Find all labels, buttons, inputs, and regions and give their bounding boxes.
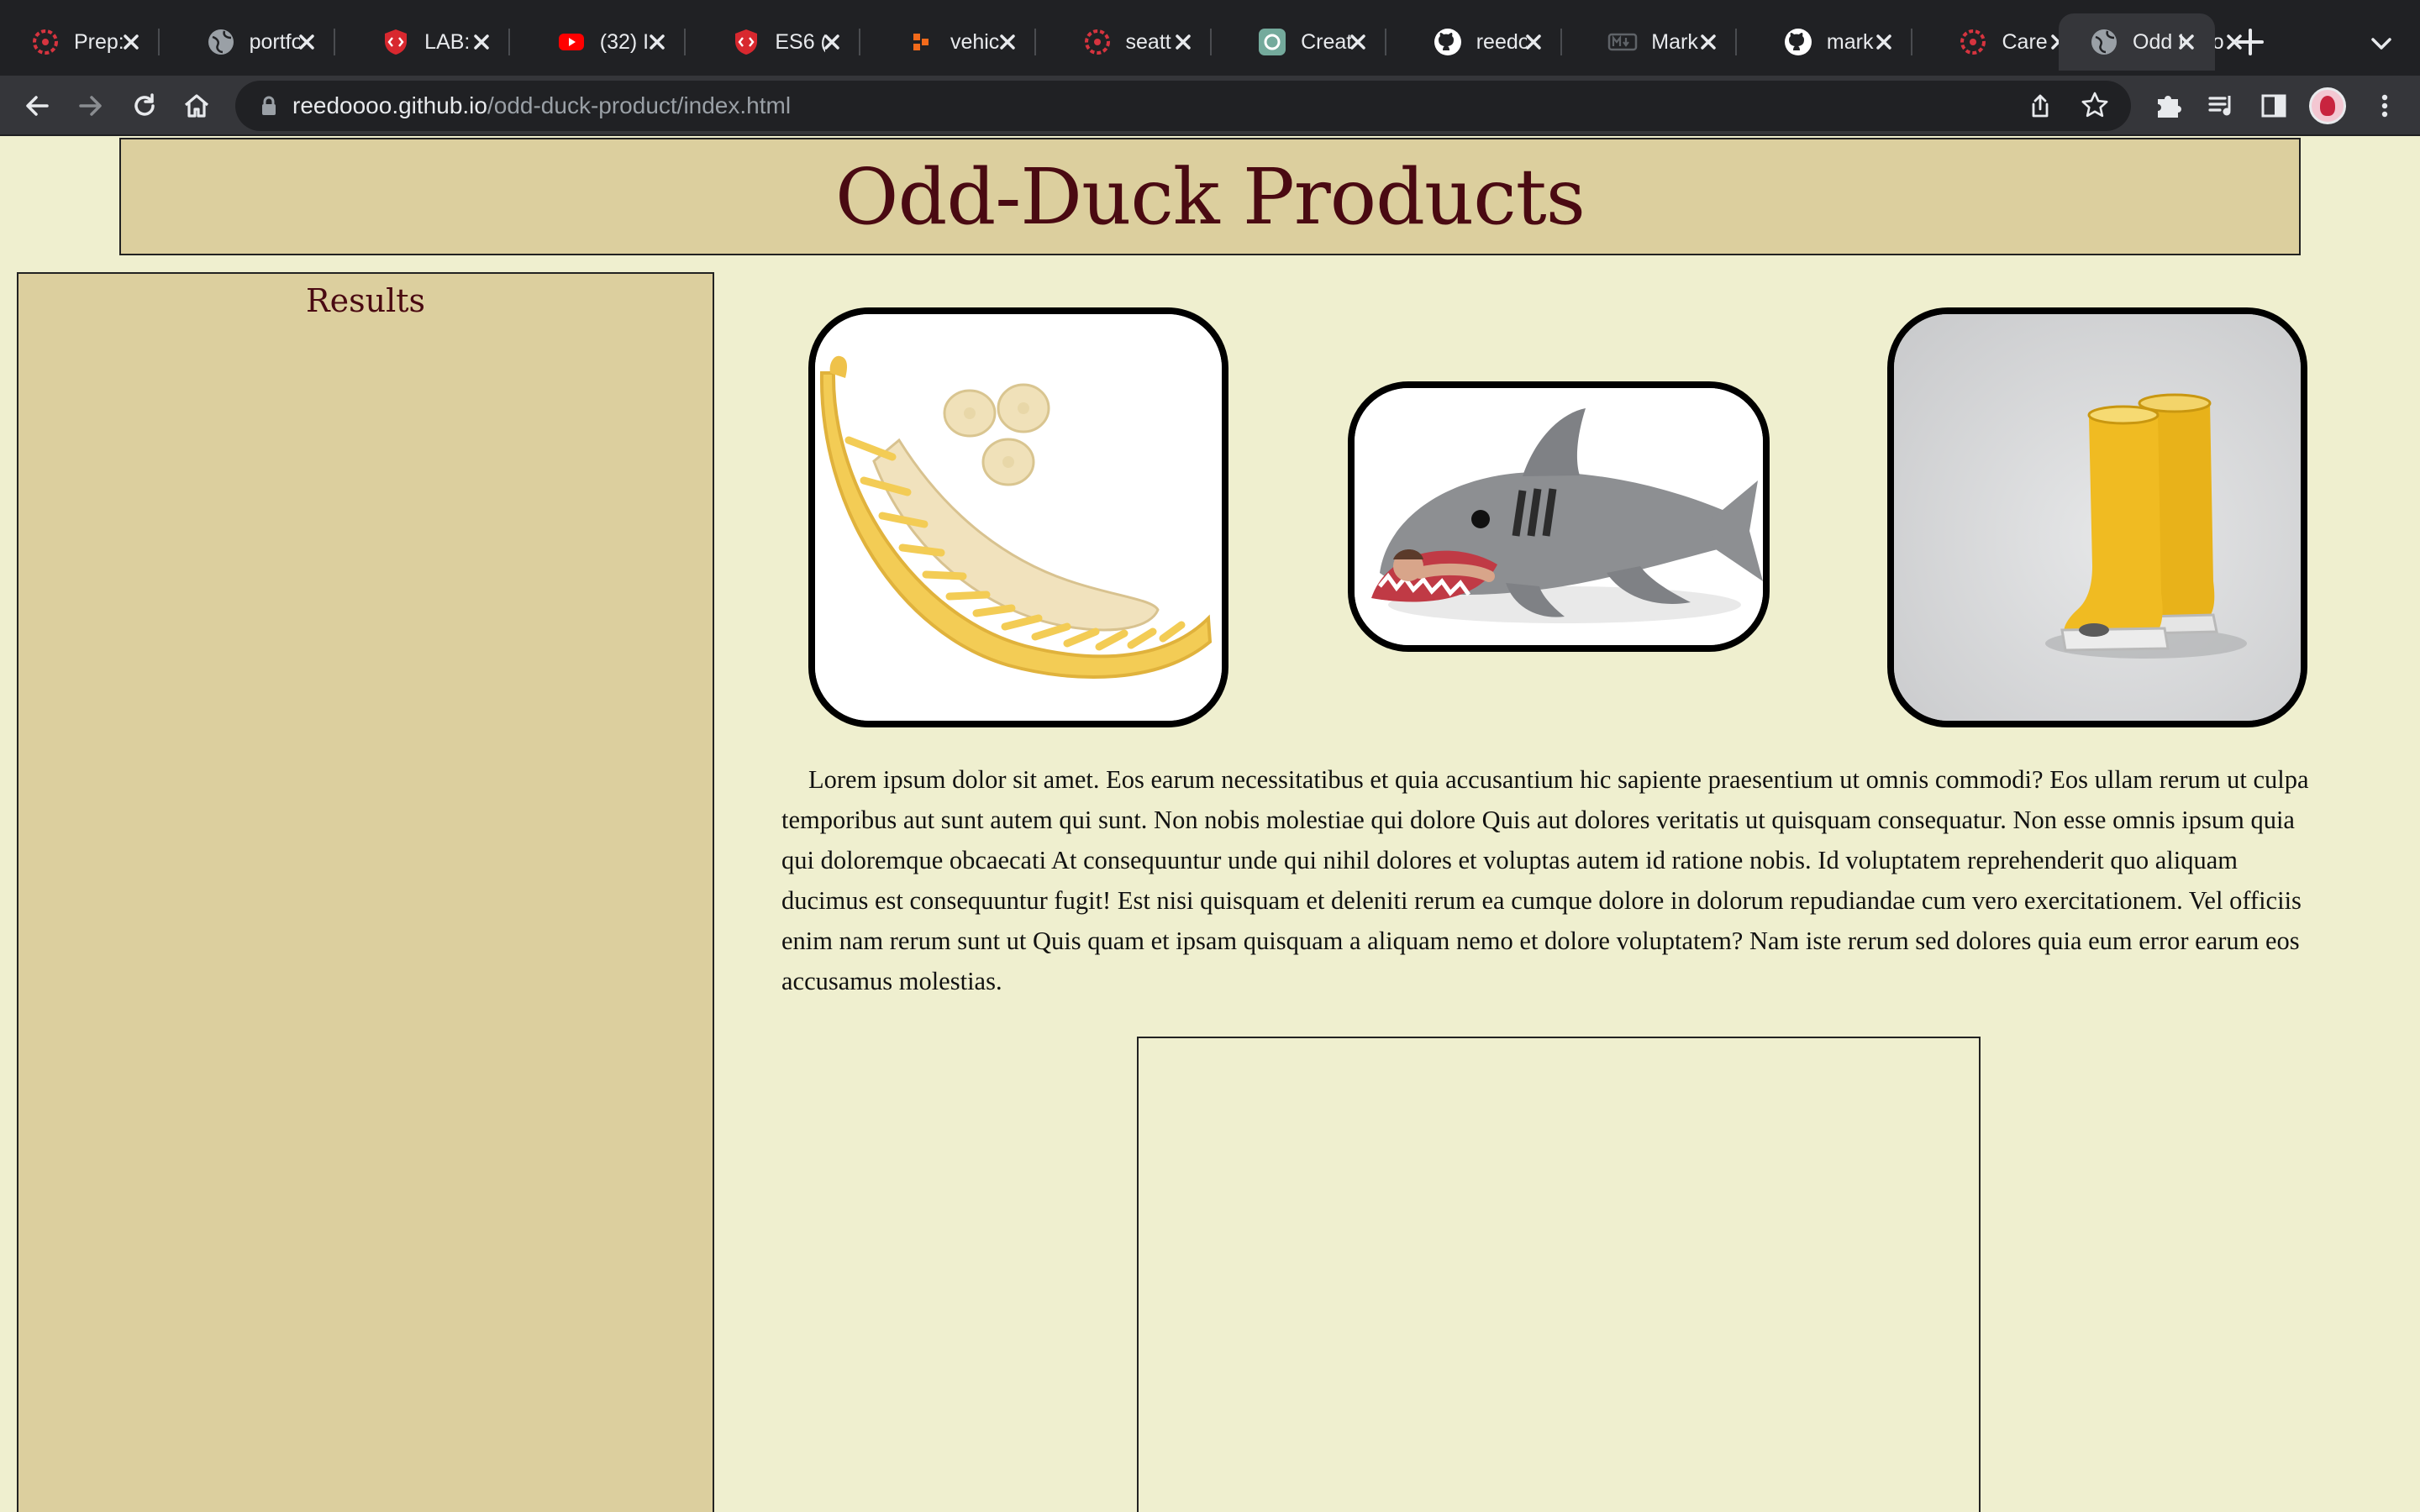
browser-tab[interactable]: Mark <box>1577 13 1738 71</box>
puzzle-icon <box>2158 96 2181 118</box>
codefellows-icon <box>1082 27 1113 57</box>
code-shield-icon <box>381 27 411 57</box>
globe-icon <box>206 27 236 57</box>
close-tab-icon[interactable] <box>1341 25 1375 59</box>
url-text[interactable]: reedoooo.github.io/odd-duck-product/inde… <box>292 92 791 119</box>
close-tab-icon[interactable] <box>640 25 674 59</box>
close-tab-icon[interactable] <box>1166 25 1200 59</box>
home-button[interactable] <box>176 86 217 126</box>
close-tab-icon[interactable] <box>465 25 498 59</box>
share-icon[interactable] <box>2027 92 2054 119</box>
tab-separator <box>333 29 335 55</box>
browser-tab[interactable]: ES6 ( <box>701 13 861 71</box>
rain-boots-image[interactable] <box>1887 307 2307 727</box>
codefellows-icon <box>30 27 60 57</box>
browser-tab[interactable]: Prep: <box>0 13 160 71</box>
browser-tab[interactable]: (32) I <box>526 13 686 71</box>
playlist-icon <box>2208 96 2231 116</box>
profile-avatar[interactable] <box>2309 87 2346 124</box>
github-icon <box>1433 27 1463 57</box>
tab-separator <box>158 29 160 55</box>
rain-boots-illustration <box>1894 314 2301 721</box>
forward-arrow-icon <box>79 96 102 116</box>
page-title: Odd-Duck Products <box>835 151 1586 242</box>
close-tab-icon[interactable] <box>991 25 1024 59</box>
close-tab-icon[interactable] <box>290 25 324 59</box>
url-host: reedoooo.github.io <box>292 92 487 118</box>
markdown-icon <box>1607 27 1638 57</box>
tab-strip: Prep: portfo LAB: (32) I ES6 ( vehic seatt Crea… <box>0 0 2420 76</box>
close-tab-icon[interactable] <box>1867 25 1901 59</box>
back-arrow-icon <box>26 96 49 116</box>
reload-button[interactable] <box>124 86 165 126</box>
browser-tab[interactable]: reedo <box>1402 13 1562 71</box>
shark-sleeping-bag-image[interactable] <box>1348 381 1770 652</box>
tab-search-chevron-icon[interactable] <box>2366 29 2396 59</box>
tab-separator <box>1560 29 1562 55</box>
close-tab-icon[interactable] <box>1517 25 1550 59</box>
results-heading: Results <box>306 282 425 319</box>
page-header: Odd-Duck Products <box>119 138 2301 255</box>
browser-tab[interactable]: seatt <box>1052 13 1212 71</box>
url-path: /odd-duck-product/index.html <box>487 92 792 118</box>
close-tab-icon[interactable] <box>1691 25 1725 59</box>
browser-tab[interactable]: mark <box>1753 13 1912 71</box>
address-bar[interactable]: reedoooo.github.io/odd-duck-product/inde… <box>235 81 2131 131</box>
product-description: Lorem ipsum dolor sit amet. Eos earum ne… <box>781 765 2309 995</box>
reload-icon <box>134 93 155 116</box>
close-tab-icon[interactable] <box>114 25 148 59</box>
browser-toolbar: reedoooo.github.io/odd-duck-product/inde… <box>0 76 2420 136</box>
close-tab-icon[interactable] <box>815 25 849 59</box>
browser-tab[interactable]: Odd I <box>2059 13 2215 71</box>
openai-icon <box>1257 27 1287 57</box>
new-tab-icon[interactable] <box>2232 24 2269 60</box>
side-panel-icon <box>2261 94 2286 118</box>
home-icon <box>184 94 209 118</box>
browser-tab[interactable]: portfo <box>176 13 335 71</box>
tab-separator <box>508 29 511 55</box>
shark-sleeping-bag-illustration <box>1355 388 1763 645</box>
kebab-menu-icon <box>2381 94 2388 118</box>
banana-slicer-illustration <box>815 314 1222 721</box>
tab-separator <box>1385 29 1387 55</box>
tab-separator <box>1735 29 1738 55</box>
banana-slicer-image[interactable] <box>808 307 1228 727</box>
forward-button[interactable] <box>71 86 111 126</box>
youtube-icon <box>556 27 587 57</box>
tab-separator <box>859 29 861 55</box>
web-page: Odd-Duck Products Results Lorem ipsum do… <box>0 138 2420 1512</box>
tab-separator <box>1209 29 1212 55</box>
codefellows-icon <box>1958 27 1988 57</box>
browser-tab[interactable]: vehic <box>876 13 1036 71</box>
tab-separator <box>1910 29 1912 55</box>
bookmark-star-icon[interactable] <box>2081 91 2109 119</box>
back-button[interactable] <box>17 86 57 126</box>
media-controls-button[interactable] <box>2202 86 2242 126</box>
tab-separator <box>683 29 686 55</box>
side-panel-button[interactable] <box>2254 86 2294 126</box>
tab-separator <box>1034 29 1036 55</box>
results-panel: Results <box>17 272 714 1512</box>
github-icon <box>1783 27 1813 57</box>
browser-tab[interactable]: LAB: <box>350 13 511 71</box>
lock-icon[interactable] <box>257 94 281 118</box>
globe-icon <box>2089 27 2119 57</box>
extensions-button[interactable] <box>2148 86 2188 126</box>
code-shield-icon <box>731 27 761 57</box>
results-chart-canvas <box>1137 1037 1981 1512</box>
orange-blocks-icon <box>907 27 937 57</box>
chrome-menu-button[interactable] <box>2365 86 2405 126</box>
browser-tab[interactable]: Creat <box>1227 13 1387 71</box>
close-tab-icon[interactable] <box>2170 25 2203 59</box>
